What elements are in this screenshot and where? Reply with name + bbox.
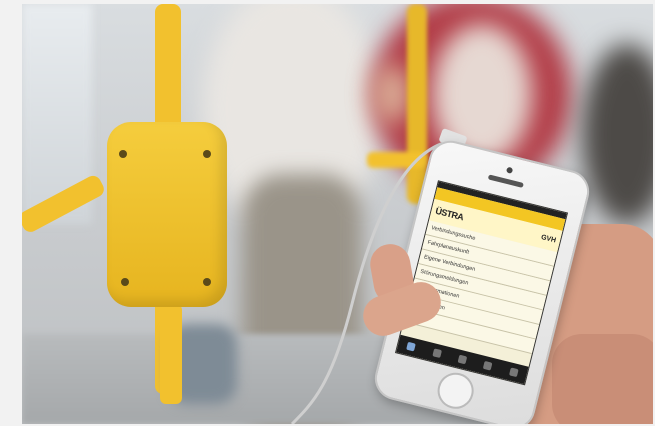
wrist (552, 334, 653, 424)
camera-icon (505, 166, 514, 174)
search-tab-icon[interactable] (431, 348, 442, 358)
app-logo-secondary: GVH (540, 233, 557, 244)
app-logo: ÜSTRA (434, 205, 465, 223)
speaker-grille (487, 174, 524, 188)
map-tab-icon[interactable] (457, 354, 468, 365)
image-frame: ÜSTRA GVH Verbindungssuche Fahrplanausku… (0, 0, 655, 426)
home-tab-icon[interactable] (406, 341, 417, 352)
bus-scene-photo: ÜSTRA GVH Verbindungssuche Fahrplanausku… (22, 4, 653, 424)
home-button (433, 368, 478, 413)
info-tab-icon[interactable] (483, 360, 493, 371)
more-tab-icon[interactable] (508, 367, 519, 378)
